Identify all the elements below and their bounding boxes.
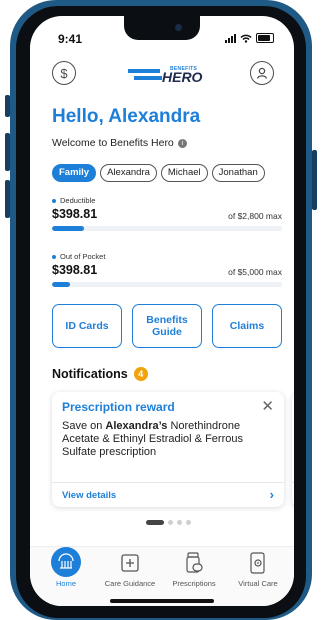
notification-card[interactable]: Prescription reward ✕ Save on Alexandra’… bbox=[52, 392, 284, 507]
deductible-progress-fill bbox=[52, 226, 85, 231]
tab-prescriptions[interactable]: Prescriptions bbox=[164, 551, 224, 588]
signal-icon bbox=[225, 33, 236, 43]
claims-button[interactable]: Claims bbox=[212, 304, 282, 348]
tab-virtual-care-label: Virtual Care bbox=[238, 579, 278, 588]
tab-home-label: Home bbox=[55, 579, 76, 588]
tab-care-guidance[interactable]: Care Guidance bbox=[100, 551, 160, 588]
deductible-max: of $2,800 max bbox=[228, 211, 282, 221]
volume-down-button bbox=[5, 180, 10, 218]
notification-card-body: Save on Alexandra’s Norethindrone Acetat… bbox=[62, 420, 243, 458]
phone-stethoscope-icon bbox=[246, 551, 270, 575]
notifications-count-badge: 4 bbox=[133, 367, 148, 381]
mute-switch bbox=[5, 95, 10, 117]
member-filter: Family Alexandra Michael Jonathan bbox=[52, 164, 265, 182]
camera bbox=[175, 24, 182, 31]
id-cards-button[interactable]: ID Cards bbox=[52, 304, 122, 348]
out-of-pocket-progress-track bbox=[52, 282, 282, 287]
info-icon[interactable]: i bbox=[177, 139, 187, 148]
welcome-text: Welcome to Benefits Hero i bbox=[52, 137, 187, 149]
page-dot[interactable] bbox=[186, 520, 191, 525]
chevron-right-icon[interactable]: › bbox=[270, 487, 274, 502]
notch bbox=[124, 16, 200, 40]
home-indicator[interactable] bbox=[110, 599, 214, 603]
battery-icon bbox=[256, 33, 274, 43]
out-of-pocket-progress-fill bbox=[52, 282, 71, 287]
tab-prescriptions-label: Prescriptions bbox=[172, 579, 216, 588]
page-dot[interactable] bbox=[168, 520, 173, 525]
dollar-circle-icon[interactable]: $ bbox=[52, 61, 76, 85]
tab-virtual-care[interactable]: Virtual Care bbox=[228, 551, 288, 588]
chip-alexandra[interactable]: Alexandra bbox=[100, 164, 157, 182]
bottom-tab-bar: Home Care Guidance Prescriptions Virtual… bbox=[30, 546, 294, 606]
chip-michael[interactable]: Michael bbox=[160, 164, 208, 182]
deductible-progress-track bbox=[52, 226, 282, 231]
plus-square-icon bbox=[118, 551, 142, 575]
card-divider bbox=[52, 482, 284, 483]
notifications-heading: Notifications 4 bbox=[52, 367, 148, 381]
home-building-icon bbox=[51, 547, 81, 577]
page-dot[interactable] bbox=[177, 520, 182, 525]
out-of-pocket-max: of $5,000 max bbox=[228, 267, 282, 277]
status-icons bbox=[225, 33, 274, 43]
wifi-icon bbox=[240, 34, 252, 43]
chip-jonathan[interactable]: Jonathan bbox=[211, 164, 265, 182]
tab-care-guidance-label: Care Guidance bbox=[104, 579, 156, 588]
close-icon[interactable]: ✕ bbox=[261, 397, 274, 415]
page-dot-active[interactable] bbox=[146, 520, 164, 525]
power-button bbox=[312, 150, 317, 210]
notification-card-next[interactable]: P S V bbox=[292, 392, 294, 507]
out-of-pocket-metric: Out of Pocket $398.81 of $5,000 max bbox=[52, 252, 282, 287]
deductible-label: Deductible bbox=[52, 196, 282, 205]
screen: 9:41 $ BENEFITS HERO Hello, Alexandra We… bbox=[30, 16, 294, 606]
benefits-hero-logo: BENEFITS HERO bbox=[128, 66, 206, 86]
carousel-page-indicator bbox=[146, 520, 191, 525]
status-time: 9:41 bbox=[58, 32, 83, 46]
volume-up-button bbox=[5, 133, 10, 171]
notification-card-title: Prescription reward bbox=[62, 400, 175, 414]
benefits-guide-button[interactable]: Benefits Guide bbox=[132, 304, 202, 348]
chip-family[interactable]: Family bbox=[52, 164, 97, 182]
pill-bottle-icon bbox=[182, 551, 206, 575]
user-circle-icon[interactable] bbox=[250, 61, 274, 85]
out-of-pocket-label: Out of Pocket bbox=[52, 252, 282, 261]
deductible-metric: Deductible $398.81 of $2,800 max bbox=[52, 196, 282, 231]
card-divider bbox=[292, 482, 294, 483]
greeting-title: Hello, Alexandra bbox=[52, 106, 201, 127]
view-details-link[interactable]: View details bbox=[62, 490, 116, 501]
tab-home[interactable]: Home bbox=[36, 547, 96, 588]
